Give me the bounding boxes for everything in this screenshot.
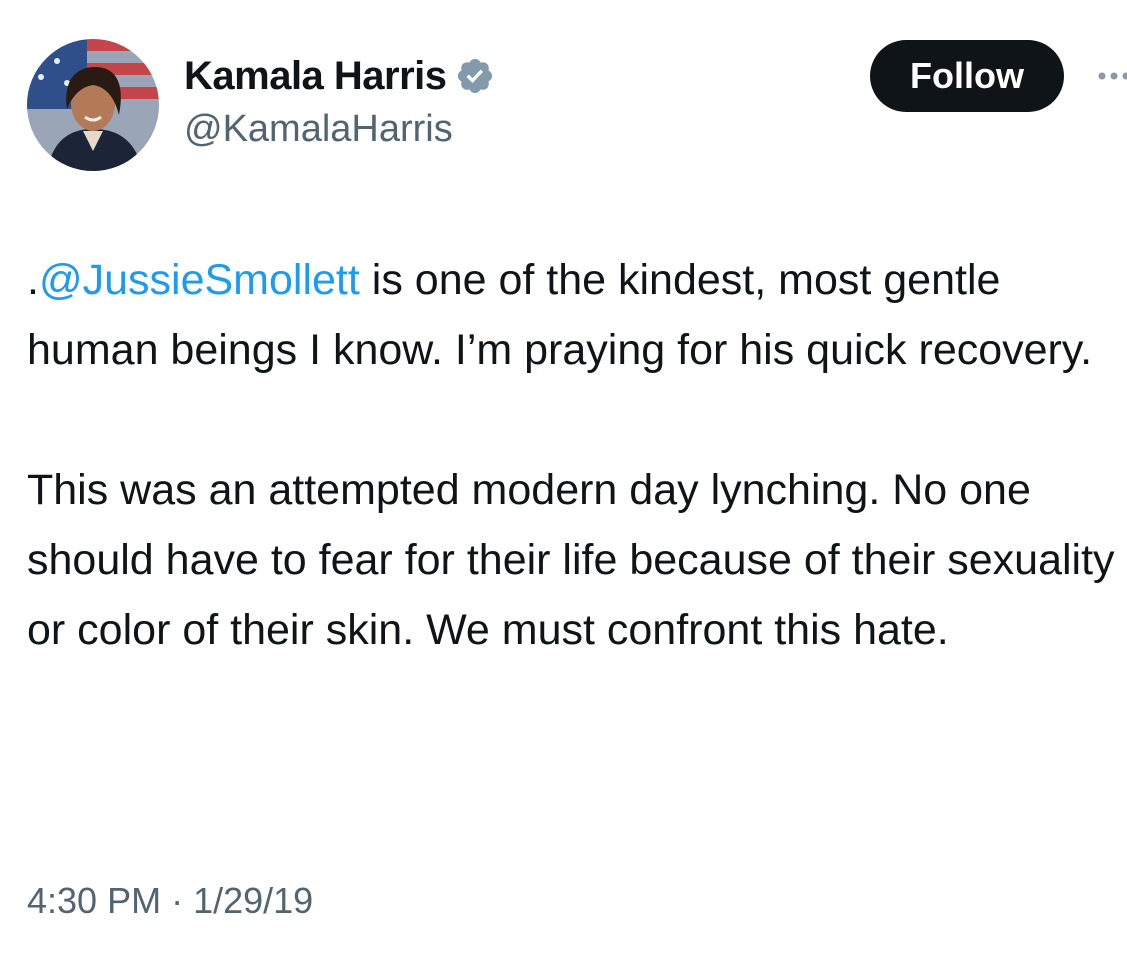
tweet-date[interactable]: 1/29/19 bbox=[193, 880, 313, 921]
mention-link[interactable]: @JussieSmollett bbox=[39, 256, 360, 304]
author-handle[interactable]: @KamalaHarris bbox=[184, 108, 453, 151]
tweet-paragraph-1: .@JussieSmollett is one of the kindest, … bbox=[27, 245, 1125, 385]
timestamp-separator: · bbox=[171, 880, 184, 921]
tweet-time[interactable]: 4:30 PM bbox=[27, 880, 161, 921]
follow-button[interactable]: Follow bbox=[870, 40, 1064, 112]
tweet-timestamp[interactable]: 4:30 PM · 1/29/19 bbox=[27, 880, 313, 922]
verified-badge-icon[interactable] bbox=[455, 56, 495, 96]
avatar[interactable] bbox=[27, 39, 159, 171]
more-options-icon[interactable] bbox=[1096, 66, 1127, 86]
tweet-text: .@JussieSmollett is one of the kindest, … bbox=[27, 245, 1125, 665]
mention-prefix: . bbox=[27, 256, 39, 304]
author-display-name[interactable]: Kamala Harris bbox=[184, 54, 447, 99]
tweet-paragraph-2: This was an attempted modern day lynchin… bbox=[27, 466, 1115, 654]
profile-photo bbox=[27, 39, 159, 171]
author-name-row: Kamala Harris bbox=[184, 50, 495, 102]
